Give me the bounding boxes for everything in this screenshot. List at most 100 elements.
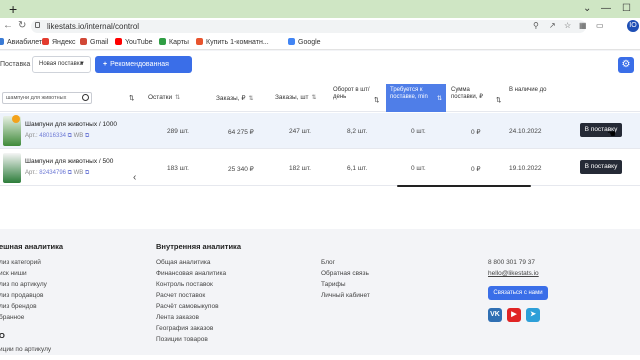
- window-icon[interactable]: ▭: [596, 21, 604, 30]
- article-number[interactable]: 82434796: [39, 170, 66, 176]
- sort-icon: ⇅: [175, 95, 181, 101]
- header-supply-sum[interactable]: Сумма поставки, ₽: [451, 87, 497, 101]
- cell-orders-rub: 64 275 ₽: [228, 129, 254, 136]
- bookmarks-bar: Авиабилеты Яндекс Gmail YouTube Карты Ку…: [0, 35, 640, 50]
- wb-link[interactable]: WB: [74, 133, 84, 139]
- footer-heading: O: [0, 331, 5, 340]
- bookmark-youtube[interactable]: YouTube: [115, 38, 153, 46]
- footer-link[interactable]: Обратная связь: [321, 270, 370, 281]
- bookmark-google[interactable]: Google: [288, 38, 321, 46]
- footer-link[interactable]: Расчет поставок: [156, 292, 241, 303]
- header-orders-rub-label: Заказы, ₽: [216, 95, 246, 102]
- youtube-icon[interactable]: ▶: [507, 308, 521, 322]
- lock-icon[interactable]: [35, 22, 40, 28]
- article-label: Арт.:: [25, 170, 38, 176]
- chevron-down-icon: ▼: [79, 61, 85, 67]
- cell-supply-sum: 0 ₽: [471, 166, 481, 173]
- back-icon[interactable]: ←: [3, 20, 13, 31]
- contact-us-button[interactable]: Связаться с нами: [488, 286, 548, 300]
- badge-icon: [12, 115, 20, 123]
- header-supply-sum-label: Сумма поставки, ₽: [451, 87, 483, 100]
- sort-icon[interactable]: ⇅: [496, 96, 501, 104]
- key-icon[interactable]: ⚲: [533, 21, 539, 30]
- wb-link[interactable]: WB: [74, 170, 84, 176]
- product-image: [3, 153, 21, 183]
- footer-link[interactable]: лиз продавцов: [0, 292, 63, 303]
- footer-link[interactable]: лиз по артикулу: [0, 281, 63, 292]
- footer-link[interactable]: иск ниши: [0, 270, 63, 281]
- bookmark-star-icon[interactable]: ☆: [564, 21, 571, 30]
- tab-search-icon[interactable]: ⌄: [583, 3, 591, 14]
- supply-toolbar: Поставка Новая поставка ▼ + Рекомендованн…: [0, 51, 640, 85]
- footer-link[interactable]: Финансовая аналитика: [156, 270, 241, 281]
- realty-icon: [196, 38, 203, 45]
- footer-link[interactable]: лиз брендов: [0, 303, 63, 314]
- external-link-icon[interactable]: ⧉: [85, 133, 89, 139]
- scroll-left-chevron-icon[interactable]: ‹: [133, 172, 136, 183]
- footer-column-contacts: 8 800 301 79 37 hello@likestats.io: [488, 259, 539, 281]
- footer-link[interactable]: Блог: [321, 259, 370, 270]
- footer-link[interactable]: Лента заказов: [156, 314, 241, 325]
- profile-avatar[interactable]: IO: [627, 20, 639, 32]
- telegram-icon[interactable]: ➤: [526, 308, 540, 322]
- new-tab-button[interactable]: +: [9, 1, 17, 17]
- footer-link[interactable]: Расчёт самовыкупов: [156, 303, 241, 314]
- recommended-supply-button[interactable]: + Рекомендованная поставка: [95, 56, 192, 85]
- footer-link[interactable]: Личный кабинет: [321, 292, 370, 303]
- minimize-button[interactable]: —: [601, 3, 611, 14]
- add-to-supply-button[interactable]: В поставку: [580, 160, 622, 174]
- footer-link[interactable]: бранное: [0, 314, 63, 325]
- product-search-input[interactable]: шампуни для животных: [2, 92, 92, 104]
- sort-icon[interactable]: ⇅: [129, 94, 134, 102]
- header-stock[interactable]: Остатки ⇅: [148, 94, 180, 101]
- header-orders-rub[interactable]: Заказы, ₽ ⇅: [216, 94, 254, 102]
- footer-phone[interactable]: 8 800 301 79 37: [488, 259, 539, 270]
- table-row[interactable]: Шампуни для животных / 500 Арт.: 8243479…: [0, 150, 640, 186]
- copy-icon[interactable]: ⧉: [68, 133, 72, 139]
- copy-icon[interactable]: ⧉: [68, 170, 72, 176]
- header-orders-qty[interactable]: Заказы, шт ⇅: [275, 94, 317, 101]
- external-link-icon[interactable]: ⧉: [85, 170, 89, 176]
- footer-email[interactable]: hello@likestats.io: [488, 270, 539, 281]
- plus-icon: +: [103, 61, 108, 68]
- url-text: likestats.io/internal/control: [47, 22, 140, 31]
- horizontal-scrollbar[interactable]: [397, 185, 531, 187]
- footer-link[interactable]: Позиции товаров: [156, 336, 241, 347]
- article-number[interactable]: 48016334: [39, 133, 66, 139]
- address-bar-row: ← ↻ likestats.io/internal/control ⚲ ↗ ☆ …: [0, 18, 640, 35]
- table-row[interactable]: Шампуни для животных / 1000 Арт.: 480163…: [0, 113, 640, 149]
- footer-link[interactable]: Тарифы: [321, 281, 370, 292]
- header-turnover[interactable]: Оборот в шт/день: [333, 87, 373, 101]
- table-header: шампуни для животных ⇅ Остатки ⇅ Заказы, …: [0, 84, 640, 112]
- url-input[interactable]: likestats.io/internal/control: [31, 20, 586, 33]
- reload-icon[interactable]: ↻: [18, 20, 26, 31]
- footer-link[interactable]: Контроль поставок: [156, 281, 241, 292]
- cell-orders-qty: 182 шт.: [289, 165, 311, 172]
- bookmark-apartment[interactable]: Купить 1-комнатн...: [196, 38, 269, 46]
- extensions-icon[interactable]: ▦: [579, 21, 587, 30]
- footer-link[interactable]: Общая аналитика: [156, 259, 241, 270]
- supply-select[interactable]: Новая поставка ▼: [32, 56, 91, 73]
- maximize-button[interactable]: ☐: [622, 3, 631, 14]
- sort-icon: ⇅: [311, 95, 317, 101]
- bookmark-yandex[interactable]: Яндекс: [42, 38, 76, 46]
- sort-icon: ⇅: [436, 96, 442, 102]
- bookmark-maps[interactable]: Карты: [159, 38, 189, 46]
- footer-link[interactable]: лиз категорий: [0, 259, 63, 270]
- bookmark-label: YouTube: [125, 39, 153, 46]
- bookmark-aviabilety[interactable]: Авиабилеты: [0, 38, 47, 46]
- bookmark-gmail[interactable]: Gmail: [80, 38, 108, 46]
- search-icon[interactable]: [82, 94, 89, 101]
- cell-supply-sum: 0 ₽: [471, 129, 481, 136]
- maps-icon: [159, 38, 166, 45]
- footer-column-links: Блог Обратная связь Тарифы Личный кабине…: [321, 259, 370, 303]
- settings-gear-icon[interactable]: ⚙: [618, 57, 634, 73]
- header-required[interactable]: Требуется к поставке, min ⇅: [386, 84, 446, 112]
- vk-icon[interactable]: VK: [488, 308, 502, 322]
- share-icon[interactable]: ↗: [549, 21, 556, 30]
- header-turnover-label: Оборот в шт/день: [333, 87, 370, 100]
- footer-link[interactable]: География заказов: [156, 325, 241, 336]
- header-in-stock-until[interactable]: В наличие до: [509, 87, 549, 94]
- footer-link[interactable]: иции по артикулу: [0, 346, 63, 357]
- sort-icon[interactable]: ⇅: [374, 96, 379, 104]
